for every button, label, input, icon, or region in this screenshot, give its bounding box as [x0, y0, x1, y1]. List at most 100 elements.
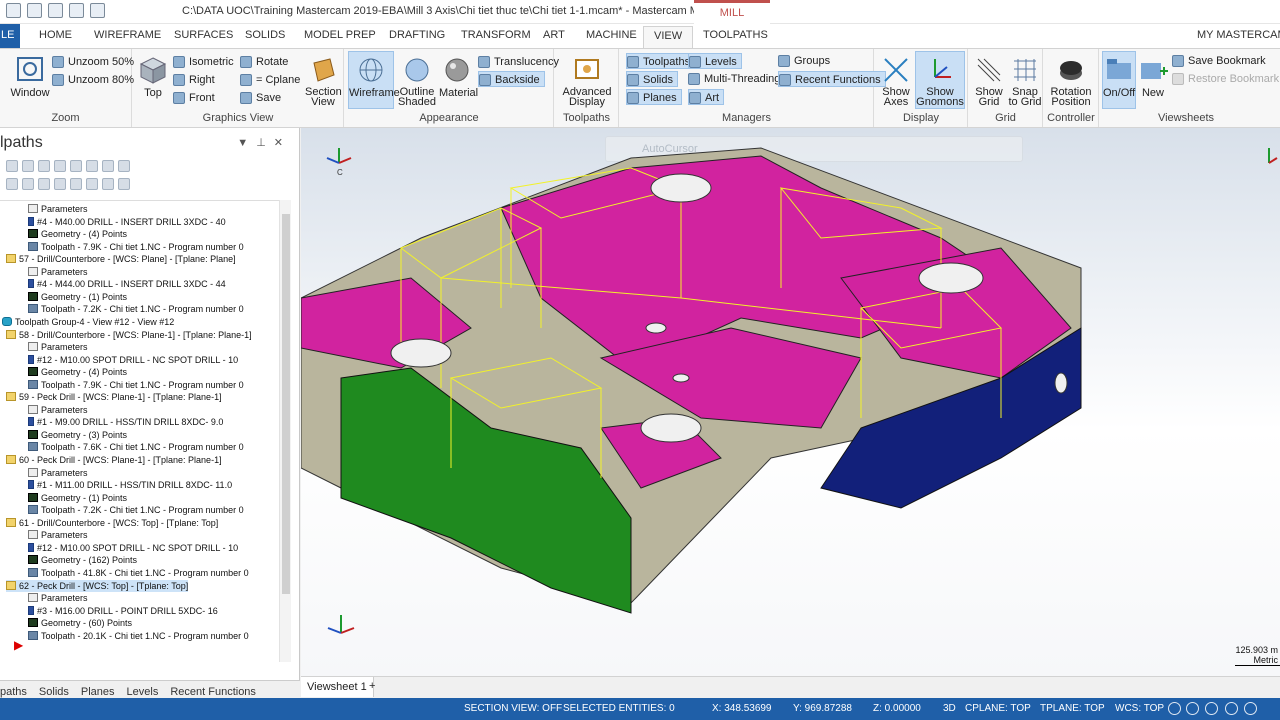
select-all-icon[interactable] — [6, 160, 18, 172]
tab-toolpaths[interactable]: TOOLPATHS — [703, 29, 768, 41]
lock-icon[interactable] — [6, 178, 18, 190]
tree-scrollbar[interactable] — [279, 200, 291, 662]
insert-arrow-icon[interactable] — [54, 178, 66, 190]
tree-item[interactable]: Toolpath - 7.2K - Chi tiet 1.NC - Progra… — [28, 303, 244, 315]
tab-drafting[interactable]: DRAFTING — [389, 29, 445, 41]
globe-icon[interactable] — [1168, 702, 1181, 715]
g1-icon[interactable] — [70, 160, 82, 172]
tree-item[interactable]: #1 - M9.00 DRILL - HSS/TIN DRILL 8XDC- 9… — [28, 416, 223, 428]
tree-item[interactable]: #1 - M11.00 DRILL - HSS/TIN DRILL 8XDC- … — [28, 479, 232, 491]
front-view-button[interactable]: Front — [173, 90, 215, 106]
tab-art[interactable]: ART — [543, 29, 565, 41]
save-icon[interactable] — [6, 3, 21, 18]
print-icon[interactable] — [48, 3, 63, 18]
toolpath-operation-row[interactable]: 62 - Peck Drill - [WCS: Top] - [Tplane: … — [6, 579, 189, 592]
toolpath-group-row[interactable]: Toolpath Group-4 - View #12 - View #12 — [2, 316, 174, 328]
scrollbar-thumb[interactable] — [282, 214, 290, 594]
globe-view-icon[interactable] — [1186, 702, 1199, 715]
new-viewsheet-button[interactable]: New — [1138, 55, 1168, 99]
deselect-icon[interactable] — [22, 160, 34, 172]
tree-item[interactable]: Toolpath - 7.6K - Chi tiet 1.NC - Progra… — [28, 441, 244, 453]
z-coordinate[interactable]: Z: 0.00000 — [873, 703, 921, 714]
tree-item[interactable]: #12 - M10.00 SPOT DRILL - NC SPOT DRILL … — [28, 542, 238, 554]
advanced-display-button[interactable]: Advanced Display — [561, 55, 613, 108]
tab-surfaces[interactable]: SURFACES — [174, 29, 233, 41]
section-view-status[interactable]: SECTION VIEW: OFF — [464, 703, 562, 714]
toolpath-operation-row[interactable]: 57 - Drill/Counterbore - [WCS: Plane] - … — [6, 253, 236, 265]
rotation-position-button[interactable]: Rotation Position — [1048, 55, 1094, 108]
open-icon[interactable] — [27, 3, 42, 18]
wireframe-mode-button[interactable]: Wireframe — [348, 51, 400, 109]
isometric-button[interactable]: Isometric — [173, 54, 234, 70]
backside-button[interactable]: Backside — [478, 71, 545, 87]
tab-model-prep[interactable]: MODEL PREP — [304, 29, 376, 41]
move-down-icon[interactable] — [22, 178, 34, 190]
window-zoom-button[interactable]: Window — [10, 55, 50, 99]
groups-manager-button[interactable]: Groups — [778, 53, 830, 69]
tree-item[interactable]: Toolpath - 41.8K - Chi tiet 1.NC - Progr… — [28, 567, 249, 579]
levels-manager-button[interactable]: Levels — [688, 53, 742, 69]
tree-item[interactable]: Geometry - (60) Points — [28, 617, 132, 629]
unzoom-80-button[interactable]: Unzoom 80% — [52, 72, 134, 88]
multithreading-manager-button[interactable]: Multi-Threading — [688, 71, 780, 87]
tree-item[interactable]: Parameters — [28, 467, 88, 479]
shaded-mode-icon[interactable] — [1225, 702, 1238, 715]
regenerate-dirty-icon[interactable] — [54, 160, 66, 172]
toggle-display-icon[interactable] — [86, 160, 98, 172]
show-axes-button[interactable]: Show Axes — [877, 55, 915, 108]
tree-item[interactable]: #4 - M44.00 DRILL - INSERT DRILL 3XDC - … — [28, 278, 226, 290]
planes-manager-button[interactable]: Planes — [626, 89, 682, 105]
sphere-icon[interactable] — [1205, 702, 1218, 715]
insert-arrow-marker-icon[interactable]: ▶ — [14, 638, 23, 652]
material-mode-icon[interactable] — [1244, 702, 1257, 715]
cplane-button[interactable]: = Cplane — [240, 72, 300, 88]
tree-item[interactable]: Toolpath - 7.9K - Chi tiet 1.NC - Progra… — [28, 241, 244, 253]
restore-bookmark-button[interactable]: Restore Bookmark — [1172, 71, 1279, 87]
panel-close-icon[interactable]: ✕ — [274, 137, 291, 149]
show-grid-button[interactable]: Show Grid — [971, 55, 1007, 108]
tree-item[interactable]: Geometry - (1) Points — [28, 492, 127, 504]
tree-item[interactable]: Parameters — [28, 203, 88, 215]
toolpath-operation-row[interactable]: 59 - Peck Drill - [WCS: Plane-1] - [Tpla… — [6, 391, 222, 403]
tree-item[interactable]: #12 - M10.00 SPOT DRILL - NC SPOT DRILL … — [28, 354, 238, 366]
tree-item[interactable]: Toolpath - 7.2K - Chi tiet 1.NC - Progra… — [28, 504, 244, 516]
help-icon[interactable] — [118, 160, 130, 172]
tab-file[interactable]: LE — [0, 24, 20, 48]
tab-view[interactable]: VIEW — [643, 26, 694, 48]
tree-item[interactable]: #3 - M16.00 DRILL - POINT DRILL 5XDC- 16 — [28, 605, 218, 617]
tree-item[interactable]: Geometry - (4) Points — [28, 228, 127, 240]
collapse-icon[interactable] — [86, 178, 98, 190]
display-options-icon[interactable] — [102, 178, 114, 190]
x-coordinate[interactable]: X: 348.53699 — [712, 703, 772, 714]
tree-item[interactable]: #4 - M40.00 DRILL - INSERT DRILL 3XDC - … — [28, 216, 226, 228]
tab-home[interactable]: HOME — [39, 29, 72, 41]
tree-item[interactable]: Parameters — [28, 341, 88, 353]
save-bookmark-button[interactable]: Save Bookmark — [1172, 53, 1266, 69]
show-gnomons-button[interactable]: Show Gnomons — [915, 51, 965, 109]
graphics-viewport[interactable]: AutoCursor C 125.903 m Metric — [301, 128, 1280, 676]
unzoom-50-button[interactable]: Unzoom 50% — [52, 54, 134, 70]
y-coordinate[interactable]: Y: 969.87288 — [793, 703, 852, 714]
right-view-button[interactable]: Right — [173, 72, 215, 88]
tree-item[interactable]: Geometry - (162) Points — [28, 554, 137, 566]
save-view-button[interactable]: Save — [240, 90, 281, 106]
simulate-icon[interactable] — [102, 160, 114, 172]
tree-item[interactable]: Geometry - (4) Points — [28, 366, 127, 378]
toolpath-operation-row[interactable]: 58 - Drill/Counterbore - [WCS: Plane-1] … — [6, 329, 252, 341]
top-view-button[interactable]: Top — [138, 55, 168, 99]
tree-item[interactable]: Toolpath - 20.1K - Chi tiet 1.NC - Progr… — [28, 630, 249, 642]
add-viewsheet-button[interactable]: + — [369, 680, 375, 692]
art-manager-button[interactable]: Art — [688, 89, 725, 105]
undo-icon[interactable] — [69, 3, 84, 18]
solids-manager-button[interactable]: Solids — [626, 71, 678, 87]
tree-item[interactable]: Geometry - (1) Points — [28, 291, 127, 303]
panel-dropdown-icon[interactable]: ▼ — [237, 137, 256, 149]
wcs-status[interactable]: WCS: TOP — [1115, 703, 1164, 714]
tree-item[interactable]: Parameters — [28, 592, 88, 604]
tree-item[interactable]: Parameters — [28, 266, 88, 278]
snap-to-grid-button[interactable]: Snap to Grid — [1007, 55, 1043, 108]
redo-icon[interactable] — [90, 3, 105, 18]
viewsheets-onoff-button[interactable]: On/Off — [1102, 51, 1136, 109]
panel-pin-icon[interactable]: ⊥ — [256, 137, 274, 149]
section-view-button[interactable]: Section View — [305, 55, 342, 108]
